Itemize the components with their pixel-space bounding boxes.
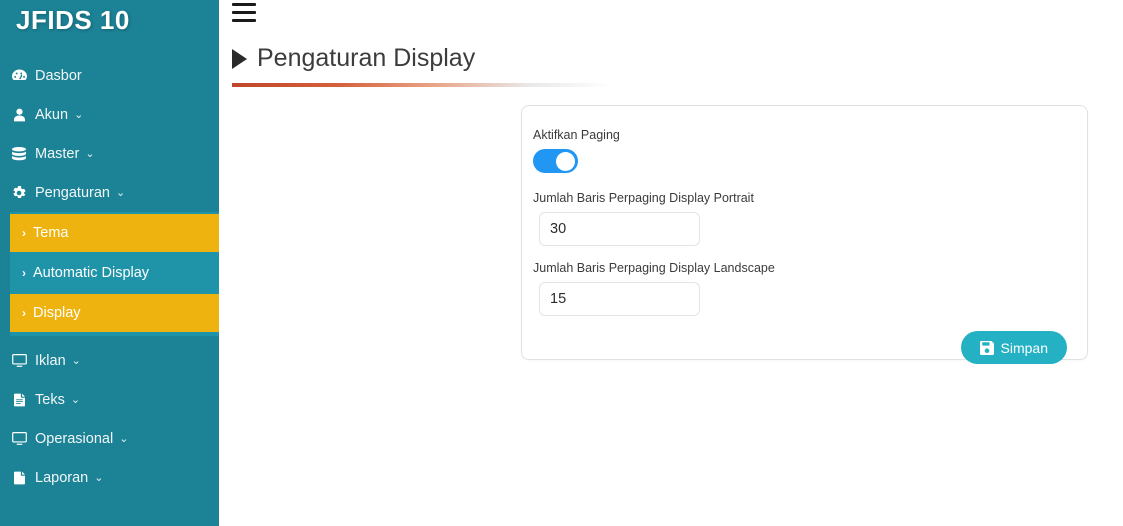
page-title: Pengaturan Display bbox=[232, 44, 615, 73]
brand-title: JFIDS 10 bbox=[16, 4, 130, 35]
chevron-right-icon: › bbox=[22, 226, 26, 240]
sidebar-item-teks[interactable]: Teks ⌄ bbox=[0, 380, 219, 419]
hamburger-bar bbox=[232, 3, 256, 6]
sidebar-item-label: Teks bbox=[35, 391, 65, 408]
brand-logo: JFIDS 10 bbox=[0, 0, 219, 40]
hamburger-icon[interactable] bbox=[232, 3, 256, 22]
portrait-rows-label: Jumlah Baris Perpaging Display Portrait bbox=[533, 191, 754, 205]
sidebar-subitem-tema[interactable]: › Tema bbox=[10, 214, 219, 252]
app-root: JFIDS 10 Dasbor Akun ⌄ Master ⌄ Pengatur… bbox=[0, 0, 1123, 526]
sidebar-subitem-automatic-display[interactable]: › Automatic Display bbox=[10, 254, 219, 292]
title-divider bbox=[232, 83, 612, 87]
sidebar-subitem-display[interactable]: › Display bbox=[10, 294, 219, 332]
sidebar-item-akun[interactable]: Akun ⌄ bbox=[0, 95, 219, 134]
sidebar-nav: Dasbor Akun ⌄ Master ⌄ Pengaturan ⌄ › Te… bbox=[0, 56, 219, 497]
file-text-icon bbox=[10, 393, 28, 407]
card-footer: Simpan bbox=[533, 331, 1070, 364]
landscape-rows-input[interactable] bbox=[539, 282, 700, 316]
monitor-icon bbox=[10, 432, 28, 445]
sidebar-item-dasbor[interactable]: Dasbor bbox=[0, 56, 219, 95]
main-content: Pengaturan Display Aktifkan Paging Jumla… bbox=[219, 0, 1123, 526]
chevron-down-icon: ⌄ bbox=[74, 109, 84, 121]
sidebar-item-label: Laporan bbox=[35, 469, 89, 486]
chevron-down-icon: ⌄ bbox=[119, 433, 129, 445]
portrait-rows-input[interactable] bbox=[539, 212, 700, 246]
floppy-save-icon bbox=[979, 340, 994, 355]
sidebar-item-label: Iklan bbox=[35, 352, 66, 369]
sidebar-subitem-label: Display bbox=[33, 305, 81, 321]
chevron-right-icon: › bbox=[22, 306, 26, 320]
sidebar: JFIDS 10 Dasbor Akun ⌄ Master ⌄ Pengatur… bbox=[0, 0, 219, 526]
chevron-right-icon: › bbox=[22, 266, 26, 280]
sidebar-item-label: Akun bbox=[35, 106, 69, 123]
sidebar-item-label: Operasional bbox=[35, 430, 114, 447]
sidebar-item-label: Master bbox=[35, 145, 80, 162]
sidebar-item-label: Pengaturan bbox=[35, 184, 110, 201]
sidebar-submenu-pengaturan: › Tema › Automatic Display › Display bbox=[10, 212, 219, 336]
chevron-down-icon: ⌄ bbox=[85, 148, 95, 160]
page-title-text: Pengaturan Display bbox=[257, 44, 476, 72]
chevron-down-icon: ⌄ bbox=[115, 187, 126, 199]
sidebar-subitem-label: Tema bbox=[33, 225, 69, 241]
toggle-knob bbox=[556, 151, 575, 171]
user-icon bbox=[10, 108, 28, 122]
sidebar-item-pengaturan[interactable]: Pengaturan ⌄ bbox=[0, 173, 219, 212]
field-portrait-rows: Jumlah Baris Perpaging Display Portrait bbox=[533, 191, 1070, 246]
chevron-down-icon: ⌄ bbox=[71, 355, 81, 367]
landscape-rows-label: Jumlah Baris Perpaging Display Landscape bbox=[533, 261, 775, 275]
field-aktifkan-paging: Aktifkan Paging bbox=[533, 128, 1070, 173]
save-button[interactable]: Simpan bbox=[960, 331, 1067, 364]
chevron-down-icon: ⌄ bbox=[70, 394, 81, 406]
field-landscape-rows: Jumlah Baris Perpaging Display Landscape bbox=[533, 261, 1070, 316]
paging-toggle-switch[interactable] bbox=[533, 149, 578, 173]
sidebar-item-laporan[interactable]: Laporan ⌄ bbox=[0, 458, 219, 497]
monitor-icon bbox=[10, 354, 28, 367]
page-header: Pengaturan Display bbox=[232, 44, 615, 87]
paging-toggle-label: Aktifkan Paging bbox=[533, 128, 620, 142]
sidebar-item-iklan[interactable]: Iklan ⌄ bbox=[0, 341, 219, 380]
sidebar-item-operasional[interactable]: Operasional ⌄ bbox=[0, 419, 219, 458]
sidebar-subitem-label: Automatic Display bbox=[33, 265, 150, 281]
file-icon bbox=[10, 471, 28, 485]
sidebar-item-master[interactable]: Master ⌄ bbox=[0, 134, 219, 173]
display-settings-card: Aktifkan Paging Jumlah Baris Perpaging D… bbox=[521, 105, 1088, 364]
hamburger-bar bbox=[232, 11, 256, 14]
save-button-label: Simpan bbox=[1000, 339, 1048, 356]
chevron-down-icon: ⌄ bbox=[94, 472, 104, 484]
dashboard-icon bbox=[10, 68, 28, 83]
hamburger-bar bbox=[232, 19, 256, 22]
play-triangle-icon bbox=[232, 48, 247, 69]
gear-icon bbox=[10, 185, 28, 200]
sidebar-item-label: Dasbor bbox=[35, 67, 82, 84]
database-icon bbox=[10, 146, 28, 161]
